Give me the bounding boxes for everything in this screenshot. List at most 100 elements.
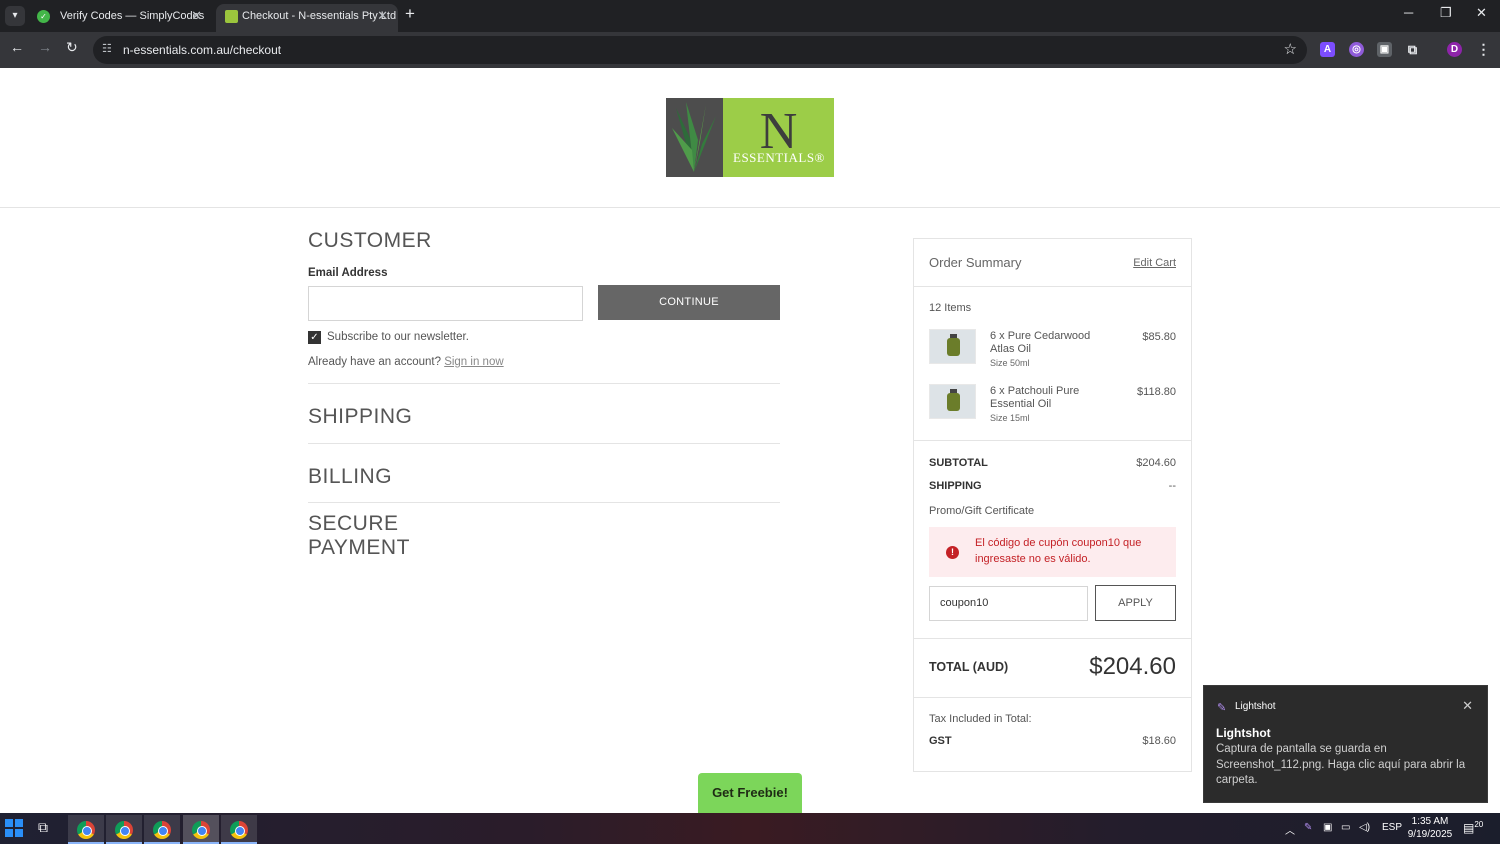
- section-divider: [308, 443, 780, 444]
- taskbar-chrome-app[interactable]: [106, 815, 142, 844]
- notification-title: Lightshot: [1216, 726, 1271, 740]
- chrome-icon: [115, 821, 133, 839]
- network-icon[interactable]: ▭: [1341, 822, 1350, 833]
- shipping-value: --: [1168, 480, 1176, 492]
- clock-date: 9/19/2025: [1407, 829, 1453, 840]
- account-prompt: Already have an account? Sign in now: [308, 356, 504, 368]
- close-icon[interactable]: ✕: [191, 4, 202, 28]
- customer-heading: CUSTOMER: [308, 229, 432, 252]
- restore-icon[interactable]: ❐: [1440, 5, 1452, 21]
- product-thumbnail[interactable]: [929, 329, 976, 364]
- chevron-down-icon[interactable]: ▾: [5, 6, 25, 26]
- edit-cart-link[interactable]: Edit Cart: [1133, 257, 1176, 269]
- email-label: Email Address: [308, 267, 388, 279]
- shipping-heading[interactable]: SHIPPING: [308, 405, 412, 429]
- secure-payment-heading-line2[interactable]: PAYMENT: [308, 536, 410, 560]
- billing-heading[interactable]: BILLING: [308, 465, 392, 489]
- summary-divider: [914, 440, 1191, 441]
- taskbar-clock[interactable]: 1:35 AM 9/19/2025: [1404, 815, 1456, 841]
- volume-icon[interactable]: ◁): [1359, 822, 1370, 833]
- item-count: 12 Items: [929, 302, 972, 314]
- notification-app-name: Lightshot: [1235, 701, 1276, 712]
- bookmark-star-icon[interactable]: ☆: [1284, 40, 1297, 58]
- promo-label: Promo/Gift Certificate: [929, 505, 1035, 517]
- newsletter-checkbox[interactable]: ✓: [308, 331, 321, 344]
- extensions-puzzle-icon[interactable]: ⧉: [1405, 42, 1420, 57]
- lightshot-tray-icon[interactable]: ✎: [1304, 822, 1312, 833]
- extension-circle-icon[interactable]: ◎: [1349, 42, 1364, 57]
- feather-icon: ✎: [1217, 702, 1227, 714]
- lightshot-notification[interactable]: ✎ Lightshot ✕ Lightshot Captura de panta…: [1203, 685, 1488, 803]
- product-name: 6 x Patchouli Pure Essential Oil: [990, 385, 1080, 410]
- n-essentials-logo[interactable]: N ESSENTIALS®: [666, 98, 834, 177]
- tab-title: Checkout - N-essentials Pty Ltd: [242, 10, 397, 22]
- apply-button[interactable]: APPLY: [1095, 585, 1176, 621]
- tab-checkout[interactable]: Checkout - N-essentials Pty Ltd ✕: [216, 4, 398, 32]
- chrome-icon: [153, 821, 171, 839]
- windows-start-icon[interactable]: [5, 819, 23, 837]
- gst-label: GST: [929, 735, 952, 747]
- total-value: $204.60: [1089, 653, 1176, 680]
- newsletter-label: Subscribe to our newsletter.: [327, 331, 469, 343]
- chrome-icon: [230, 821, 248, 839]
- minimize-icon[interactable]: ─: [1404, 5, 1413, 20]
- taskbar-chrome-app[interactable]: [221, 815, 257, 844]
- product-price: $118.80: [1137, 386, 1176, 398]
- back-icon[interactable]: ←: [10, 39, 24, 55]
- extension-image-icon[interactable]: ▣: [1377, 42, 1392, 57]
- get-freebie-button[interactable]: Get Freebie!: [698, 773, 802, 813]
- notification-body[interactable]: Captura de pantalla se guarda en Screens…: [1216, 742, 1478, 789]
- continue-button[interactable]: CONTINUE: [598, 285, 780, 320]
- sign-in-link[interactable]: Sign in now: [444, 356, 503, 368]
- product-size: Size 50ml: [990, 358, 1030, 368]
- forward-icon[interactable]: →: [38, 39, 52, 55]
- chrome-icon: [192, 821, 210, 839]
- coupon-code-input[interactable]: coupon10: [929, 586, 1088, 621]
- logo-leaves-image: [666, 98, 723, 177]
- order-summary: Order Summary Edit Cart 12 Items 6 x Pur…: [913, 238, 1192, 772]
- error-icon: !: [946, 546, 959, 559]
- language-indicator[interactable]: ESP: [1382, 822, 1402, 833]
- chevron-up-icon[interactable]: ︿: [1285, 822, 1295, 837]
- tab-simplycodes[interactable]: ✓ Verify Codes — SimplyCodes ✕: [24, 4, 212, 32]
- device-tray-icon[interactable]: ▣: [1323, 822, 1332, 833]
- tab-title: Verify Codes — SimplyCodes: [60, 10, 205, 22]
- new-tab-button[interactable]: +: [405, 4, 415, 24]
- taskbar-chrome-app[interactable]: [68, 815, 104, 844]
- subtotal-label: SUBTOTAL: [929, 457, 988, 469]
- taskbar-chrome-app[interactable]: [183, 815, 219, 844]
- coupon-error-message: El código de cupón coupon10 que ingresas…: [975, 537, 1142, 565]
- tax-label: Tax Included in Total:: [929, 713, 1032, 725]
- summary-divider: [914, 286, 1191, 287]
- taskbar-chrome-app[interactable]: [144, 815, 180, 844]
- secure-payment-heading-line1[interactable]: SECURE: [308, 512, 399, 536]
- simplycodes-favicon-icon: ✓: [37, 10, 50, 23]
- url-text[interactable]: n-essentials.com.au/checkout: [123, 43, 281, 57]
- profile-avatar[interactable]: D: [1447, 42, 1462, 57]
- browser-toolbar: ← → ↻ ☷ n-essentials.com.au/checkout ☆ A…: [0, 32, 1500, 68]
- email-field[interactable]: [308, 286, 583, 321]
- task-view-icon[interactable]: ⧉: [38, 819, 48, 836]
- window-close-icon[interactable]: ✕: [1476, 5, 1487, 21]
- bottle-icon: [947, 393, 960, 411]
- order-summary-title: Order Summary: [929, 255, 1022, 270]
- reload-icon[interactable]: ↻: [66, 39, 78, 56]
- extension-a-icon[interactable]: A: [1320, 42, 1335, 57]
- shipping-label: SHIPPING: [929, 480, 982, 492]
- browser-tab-bar: ▾ ✓ Verify Codes — SimplyCodes ✕ Checkou…: [0, 0, 1500, 32]
- subtotal-value: $204.60: [1136, 457, 1176, 469]
- product-thumbnail[interactable]: [929, 384, 976, 419]
- notification-count: 20: [1474, 820, 1484, 829]
- product-name: 6 x Pure Cedarwood Atlas Oil: [990, 330, 1091, 355]
- close-icon[interactable]: ✕: [1462, 698, 1473, 714]
- address-bar[interactable]: ☷ n-essentials.com.au/checkout ☆: [93, 36, 1307, 64]
- n-essentials-favicon-icon: [225, 10, 238, 23]
- section-divider: [308, 502, 780, 503]
- coupon-error-alert: ! El código de cupón coupon10 que ingres…: [929, 527, 1176, 577]
- total-label: TOTAL (AUD): [929, 660, 1009, 674]
- browser-menu-icon[interactable]: ⋮: [1476, 42, 1491, 57]
- site-info-icon[interactable]: ☷: [102, 42, 112, 55]
- clock-time: 1:35 AM: [1411, 816, 1449, 827]
- close-icon[interactable]: ✕: [377, 4, 388, 28]
- notification-center-icon[interactable]: ▤20: [1463, 820, 1483, 835]
